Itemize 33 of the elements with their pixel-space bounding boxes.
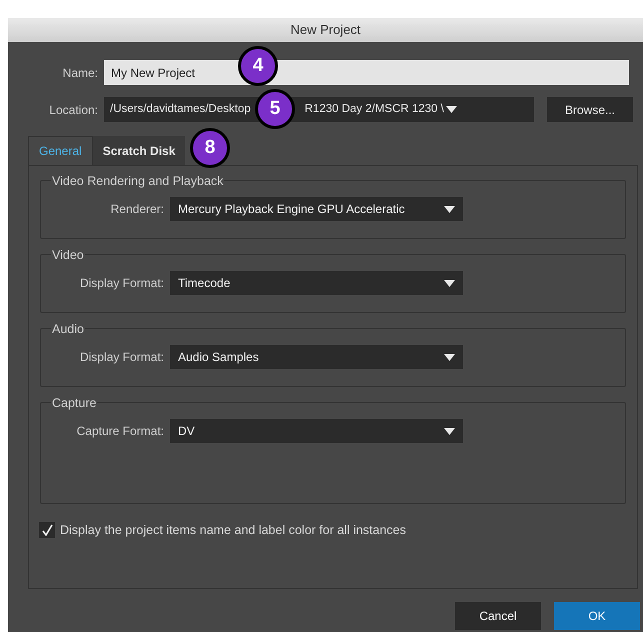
field-label: Capture Format:: [76, 423, 165, 440]
callout-badge: 8: [190, 128, 230, 168]
location-path-start: /Users/davidtames/Desktop: [110, 102, 251, 117]
dropdown-value: Mercury Playback Engine GPU Acceleratic: [178, 201, 405, 218]
cancel-button[interactable]: Cancel: [455, 602, 541, 630]
dropdown-caret-icon: [444, 206, 455, 212]
dropdown-value: Audio Samples: [178, 349, 259, 366]
tab[interactable]: General: [28, 136, 93, 165]
field-label: Display Format:: [78, 349, 165, 366]
field-label: Renderer:: [110, 201, 165, 218]
checkmark-icon: [42, 524, 52, 536]
dropdown-value: DV: [178, 423, 195, 440]
dropdown-caret-icon: [444, 428, 455, 434]
ok-button[interactable]: OK: [554, 602, 640, 630]
dropdown-caret-icon: [446, 106, 457, 113]
location-label: Location:: [48, 102, 99, 118]
dropdown-value: Timecode: [178, 275, 230, 292]
location-path-end: R1230 Day 2/MSCR 1230 \: [304, 102, 444, 117]
callout-badge: 5: [255, 89, 295, 129]
dropdown[interactable]: Audio Samples: [170, 345, 463, 369]
browse-button[interactable]: Browse...: [547, 97, 633, 122]
dropdown[interactable]: Timecode: [170, 271, 463, 295]
field-label: Display Format:: [78, 275, 165, 292]
callout-badge: 4: [238, 46, 278, 86]
dropdown-caret-icon: [444, 354, 455, 360]
dropdown[interactable]: Mercury Playback Engine GPU Acceleratic: [170, 197, 463, 221]
dropdown-caret-icon: [444, 280, 455, 286]
checkbox-label: Display the project items name and label color for all instances: [60, 522, 406, 539]
tab[interactable]: Scratch Disk: [92, 136, 186, 165]
name-label: Name:: [62, 64, 99, 82]
checkbox[interactable]: [39, 522, 55, 538]
dropdown[interactable]: DV: [170, 419, 463, 443]
window-title: New Project: [290, 21, 361, 40]
